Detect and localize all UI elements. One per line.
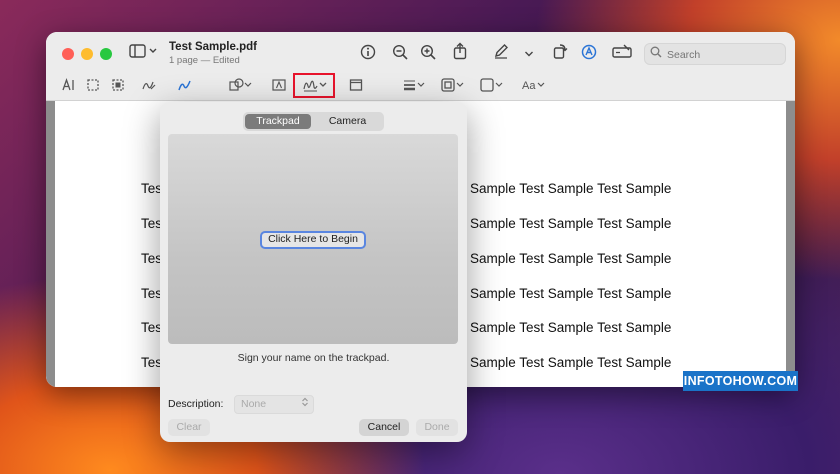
markup-chevron-down-icon[interactable] <box>524 45 534 61</box>
signature-pad[interactable]: Click Here to Begin <box>168 134 458 344</box>
document-text-line-right: Sample Test Sample Test Sample <box>470 286 672 301</box>
click-to-begin-button[interactable]: Click Here to Begin <box>260 231 366 249</box>
zoom-in-icon[interactable] <box>420 44 436 63</box>
form-filling-icon[interactable] <box>612 44 632 61</box>
border-color-icon[interactable] <box>441 78 465 95</box>
text-box-icon[interactable] <box>272 78 286 95</box>
zoom-out-icon[interactable] <box>392 44 408 63</box>
text-style-icon[interactable]: Aa <box>522 78 546 95</box>
share-icon[interactable] <box>452 42 468 63</box>
fill-color-icon[interactable] <box>480 78 504 95</box>
note-icon[interactable] <box>349 78 363 95</box>
zoom-window-button[interactable] <box>100 48 112 60</box>
line-style-icon[interactable] <box>403 78 427 95</box>
search-input[interactable] <box>665 46 779 63</box>
document-subtitle: 1 page — Edited <box>169 55 240 66</box>
draw-icon[interactable] <box>178 78 192 95</box>
page-margin-left <box>46 101 55 387</box>
signature-hint-text: Sign your name on the trackpad. <box>237 352 390 364</box>
document-text-line-right: Sample Test Sample Test Sample <box>470 216 672 231</box>
document-text-line-right: Sample Test Sample Test Sample <box>470 355 672 370</box>
minimize-window-button[interactable] <box>81 48 93 60</box>
search-icon <box>650 46 662 61</box>
sketch-icon[interactable] <box>142 78 156 95</box>
page-margin-right <box>786 101 795 387</box>
tab-camera[interactable]: Camera <box>313 114 382 129</box>
document-text-line-left: Tes <box>141 286 163 301</box>
signature-highlight-box <box>293 73 335 98</box>
highlight-icon[interactable] <box>581 44 597 63</box>
smart-lasso-icon[interactable] <box>111 78 125 95</box>
description-select[interactable]: None <box>234 395 314 414</box>
description-label: Description: <box>168 398 224 410</box>
signature-popover: Trackpad Camera Click Here to Begin Sign… <box>160 102 467 442</box>
sidebar-toggle-icon[interactable] <box>128 44 158 61</box>
capture-mode-segmented-control: Trackpad Camera <box>243 112 384 131</box>
done-button[interactable]: Done <box>416 419 458 436</box>
search-field[interactable] <box>644 43 786 65</box>
markup-toolbar: Aa <box>46 72 795 101</box>
shapes-icon[interactable] <box>229 78 253 95</box>
markup-pen-icon[interactable] <box>493 43 509 62</box>
document-text-line-right: Sample Test Sample Test Sample <box>470 181 672 196</box>
document-text-line-right: Sample Test Sample Test Sample <box>470 320 672 335</box>
rotate-icon[interactable] <box>552 42 568 63</box>
watermark-badge: INFOTOHOW.COM <box>683 371 798 391</box>
document-text-line-left: Tes <box>141 320 163 335</box>
document-text-line-left: Tes <box>141 251 163 266</box>
close-window-button[interactable] <box>62 48 74 60</box>
title-bar: Test Sample.pdf 1 page — Edited <box>46 32 795 72</box>
document-text-line-left: Tes <box>141 216 163 231</box>
up-down-chevron-icon <box>301 396 309 412</box>
description-value: None <box>241 398 267 410</box>
document-text-line-right: Sample Test Sample Test Sample <box>470 251 672 266</box>
tab-trackpad[interactable]: Trackpad <box>245 114 311 129</box>
cancel-button[interactable]: Cancel <box>359 419 409 436</box>
document-title: Test Sample.pdf <box>169 41 257 53</box>
document-text-line-left: Tes <box>141 355 163 370</box>
rect-selection-icon[interactable] <box>86 78 100 95</box>
text-selection-icon[interactable] <box>62 78 76 95</box>
info-icon[interactable] <box>360 44 376 63</box>
clear-button[interactable]: Clear <box>168 419 210 436</box>
svg-text:Aa: Aa <box>522 80 536 92</box>
